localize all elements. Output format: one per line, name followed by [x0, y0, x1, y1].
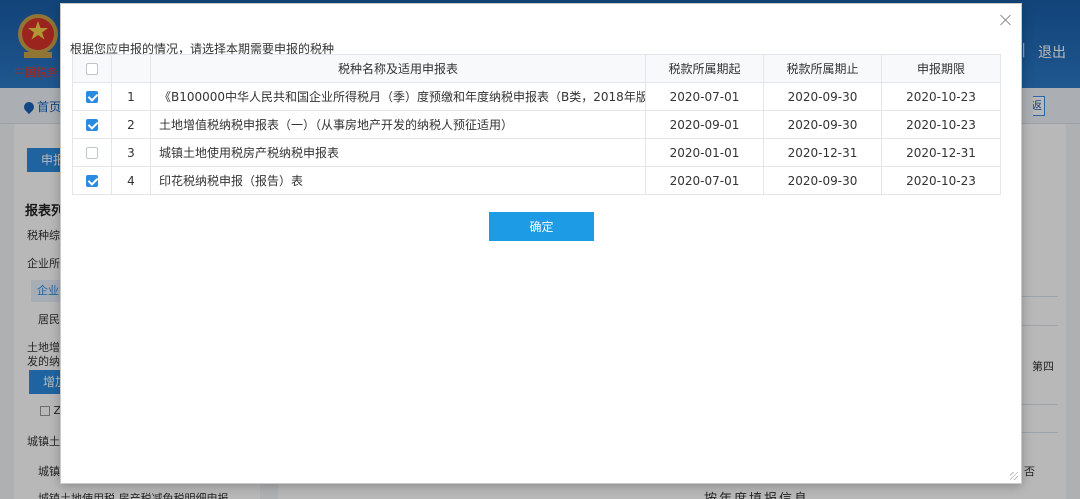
row-index: 2 [111, 110, 151, 139]
row-period-start: 2020-07-01 [645, 82, 764, 111]
row-checkbox[interactable] [86, 175, 98, 187]
row-checkbox-cell [72, 110, 112, 139]
confirm-button[interactable]: 确定 [489, 212, 594, 241]
select-all-checkbox[interactable] [86, 63, 98, 75]
column-header-period-start: 税款所属期起 [645, 54, 764, 83]
table-row[interactable]: 1 《B100000中华人民共和国企业所得税月（季）度预缴和年度纳税申报表（B类… [72, 82, 1001, 111]
row-tax-name: 土地增值税纳税申报表（一）（从事房地产开发的纳税人预征适用） [150, 110, 646, 139]
column-header-tax-name: 税种名称及适用申报表 [150, 54, 646, 83]
row-period-end: 2020-09-30 [763, 110, 882, 139]
row-period-start: 2020-09-01 [645, 110, 764, 139]
row-period-end: 2020-12-31 [763, 138, 882, 167]
row-period-start: 2020-01-01 [645, 138, 764, 167]
index-header [111, 54, 151, 83]
close-icon[interactable] [999, 13, 1013, 27]
table-row[interactable]: 4 印花税纳税申报（报告）表 2020-07-01 2020-09-30 202… [72, 166, 1001, 195]
row-checkbox[interactable] [86, 147, 98, 159]
row-deadline: 2020-10-23 [881, 110, 1001, 139]
row-tax-name: 印花税纳税申报（报告）表 [150, 166, 646, 195]
row-period-end: 2020-09-30 [763, 82, 882, 111]
select-all-cell [72, 54, 112, 83]
row-checkbox-cell [72, 82, 112, 111]
row-tax-name: 城镇土地使用税房产税纳税申报表 [150, 138, 646, 167]
table-header-row: 税种名称及适用申报表 税款所属期起 税款所属期止 申报期限 [72, 54, 1001, 83]
row-checkbox[interactable] [86, 119, 98, 131]
resize-grip-icon[interactable] [1010, 472, 1018, 480]
table-row[interactable]: 2 土地增值税纳税申报表（一）（从事房地产开发的纳税人预征适用） 2020-09… [72, 110, 1001, 139]
row-index: 4 [111, 166, 151, 195]
row-index: 3 [111, 138, 151, 167]
table-row[interactable]: 3 城镇土地使用税房产税纳税申报表 2020-01-01 2020-12-31 … [72, 138, 1001, 167]
column-header-deadline: 申报期限 [881, 54, 1001, 83]
row-deadline: 2020-12-31 [881, 138, 1001, 167]
row-checkbox-cell [72, 138, 112, 167]
column-header-period-end: 税款所属期止 [763, 54, 882, 83]
row-checkbox-cell [72, 166, 112, 195]
row-deadline: 2020-10-23 [881, 166, 1001, 195]
row-index: 1 [111, 82, 151, 111]
row-period-start: 2020-07-01 [645, 166, 764, 195]
row-deadline: 2020-10-23 [881, 82, 1001, 111]
row-period-end: 2020-09-30 [763, 166, 882, 195]
tax-selection-dialog: 根据您应申报的情况，请选择本期需要申报的税种 税种名称及适用申报表 税款所属期起… [60, 3, 1022, 484]
row-tax-name: 《B100000中华人民共和国企业所得税月（季）度预缴和年度纳税申报表（B类，2… [150, 82, 646, 111]
tax-type-table: 税种名称及适用申报表 税款所属期起 税款所属期止 申报期限 1 《B100000… [72, 54, 1001, 195]
row-checkbox[interactable] [86, 91, 98, 103]
